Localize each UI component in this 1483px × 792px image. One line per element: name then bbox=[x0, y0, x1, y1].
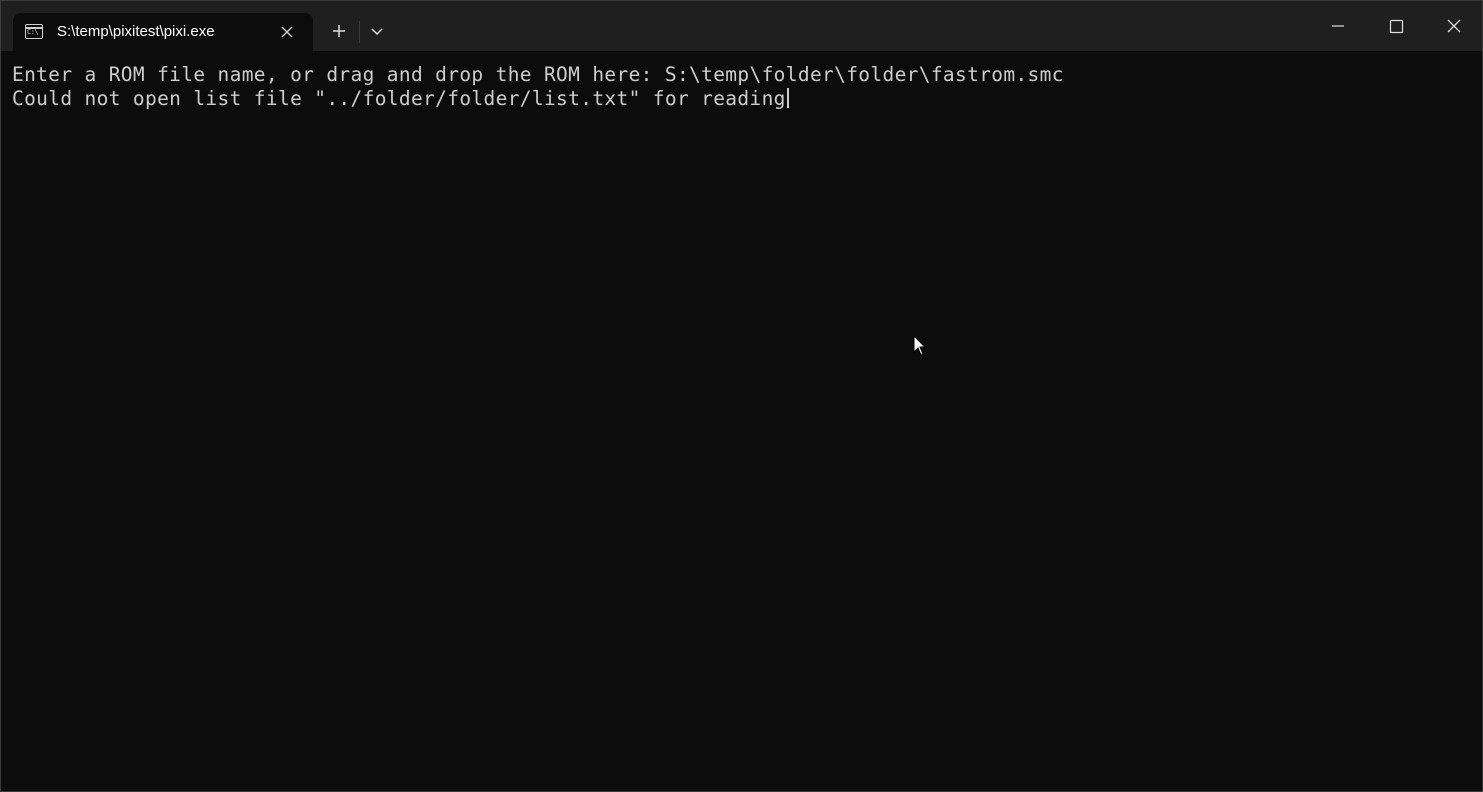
close-icon bbox=[1447, 19, 1461, 33]
title-bar[interactable]: C:\ S:\temp\pixitest\pixi.exe bbox=[1, 1, 1483, 52]
new-tab-button[interactable] bbox=[323, 15, 355, 47]
tab-title: S:\temp\pixitest\pixi.exe bbox=[57, 23, 215, 40]
chevron-down-icon bbox=[371, 28, 383, 36]
terminal-line-error: Could not open list file "../folder/fold… bbox=[12, 87, 789, 111]
terminal-window: C:\ S:\temp\pixitest\pixi.exe Enter a RO… bbox=[0, 0, 1483, 792]
text-caret bbox=[786, 88, 789, 108]
close-icon bbox=[281, 26, 293, 38]
tab-dropdown-button[interactable] bbox=[363, 15, 391, 47]
mouse-pointer-icon bbox=[913, 335, 927, 356]
titlebar-separator bbox=[359, 21, 360, 43]
terminal-line-prompt: Enter a ROM file name, or drag and drop … bbox=[12, 63, 1064, 86]
command-prompt-icon: C:\ bbox=[25, 24, 43, 39]
tab-active[interactable]: C:\ S:\temp\pixitest\pixi.exe bbox=[13, 13, 313, 52]
terminal-line-error-text: Could not open list file "../folder/fold… bbox=[12, 87, 786, 110]
plus-icon bbox=[333, 25, 345, 37]
minimize-button[interactable] bbox=[1309, 1, 1367, 51]
window-close-button[interactable] bbox=[1425, 1, 1483, 51]
tab-close-button[interactable] bbox=[277, 22, 297, 42]
maximize-icon bbox=[1389, 19, 1404, 34]
minimize-icon bbox=[1332, 25, 1344, 27]
maximize-button[interactable] bbox=[1367, 1, 1425, 51]
command-prompt-icon-glyph: C:\ bbox=[27, 28, 39, 36]
terminal-output[interactable]: Enter a ROM file name, or drag and drop … bbox=[1, 52, 1482, 791]
